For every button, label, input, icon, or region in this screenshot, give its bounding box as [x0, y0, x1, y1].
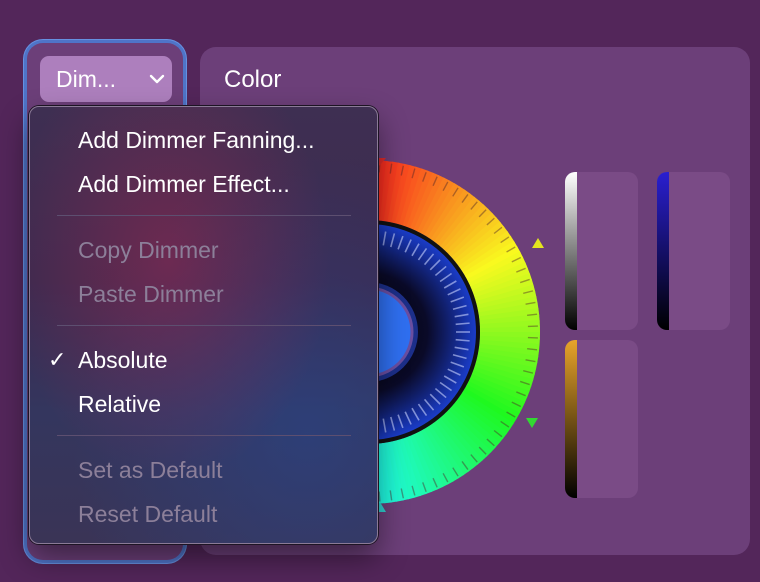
menu-item-add-dimmer-effect[interactable]: Add Dimmer Effect... [78, 162, 290, 206]
blue-slider[interactable] [657, 172, 730, 330]
menu-item-label: Copy Dimmer [78, 237, 219, 263]
menu-item-relative[interactable]: Relative [78, 382, 161, 426]
menu-separator [57, 215, 351, 216]
menu-item-copy-dimmer: Copy Dimmer [78, 228, 219, 272]
menu-item-label: Absolute [78, 347, 168, 373]
dimmer-button-label: Dim... [56, 65, 117, 92]
menu-item-label: Relative [78, 391, 162, 417]
menu-separator [57, 325, 351, 326]
checkmark-icon: ✓ [48, 347, 67, 372]
dimmer-context-menu: Add Dimmer Fanning... Add Dimmer Effect..… [29, 106, 378, 544]
menu-item-label: Add Dimmer Fanning... [78, 127, 315, 153]
menu-item-label: Add Dimmer Effect... [78, 171, 290, 197]
dimmer-dropdown-button[interactable]: Dim... [40, 56, 172, 102]
menu-item-label: Paste Dimmer [78, 281, 224, 307]
menu-item-add-dimmer-fanning[interactable]: Add Dimmer Fanning... [78, 118, 314, 162]
menu-item-set-as-default: Set as Default [78, 448, 222, 492]
menu-item-label: Reset Default [78, 501, 218, 527]
amber-slider-strip [565, 340, 577, 498]
menu-item-paste-dimmer: Paste Dimmer [78, 272, 224, 316]
white-slider-strip [565, 172, 577, 330]
menu-item-reset-default: Reset Default [78, 492, 217, 536]
chevron-down-icon [142, 74, 172, 84]
marker-green-icon [526, 418, 538, 428]
menu-item-absolute[interactable]: ✓ Absolute [48, 338, 168, 382]
blue-slider-strip [657, 172, 669, 330]
marker-yellow-icon [532, 238, 544, 248]
amber-slider[interactable] [565, 340, 638, 498]
white-slider[interactable] [565, 172, 638, 330]
menu-item-label: Set as Default [78, 457, 223, 483]
color-panel-title: Color [224, 66, 282, 93]
menu-separator [57, 435, 351, 436]
